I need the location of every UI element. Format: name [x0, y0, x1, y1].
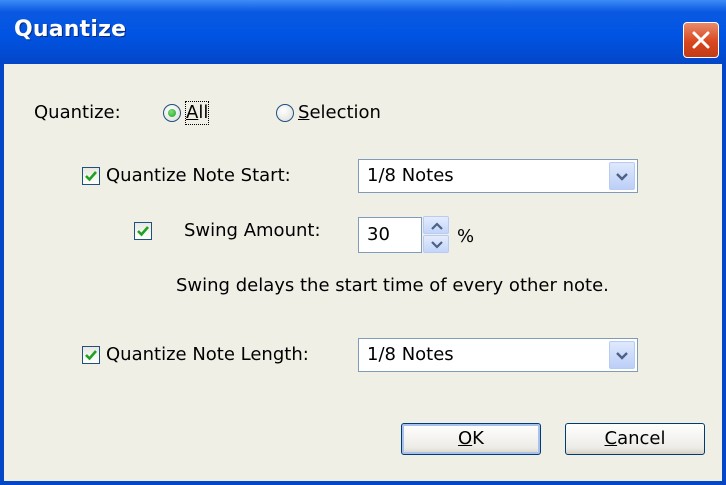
cancel-button[interactable]: Cancel [565, 423, 705, 455]
chevron-down-icon[interactable] [609, 341, 635, 369]
close-button[interactable] [683, 22, 719, 58]
swing-checkbox[interactable] [134, 222, 152, 240]
ok-button[interactable]: OK [401, 423, 541, 455]
note-length-checkbox[interactable] [82, 346, 100, 364]
chevron-down-icon[interactable] [609, 162, 635, 190]
arrow-down-icon[interactable] [423, 235, 449, 253]
checkmark-icon [85, 350, 97, 361]
swing-spinner[interactable] [423, 216, 449, 254]
quantize-dialog: Quantize Quantize: All Selection Quantiz… [0, 0, 726, 485]
note-start-checkbox[interactable] [82, 167, 100, 185]
swing-description: Swing delays the start time of every oth… [176, 275, 609, 296]
note-start-value: 1/8 Notes [367, 165, 454, 186]
quantize-scope-label: Quantize: [34, 102, 121, 123]
note-length-label[interactable]: Quantize Note Length: [106, 344, 309, 366]
radio-selection[interactable] [276, 104, 294, 122]
note-length-dropdown[interactable]: 1/8 Notes [358, 338, 638, 372]
note-start-dropdown[interactable]: 1/8 Notes [358, 159, 638, 193]
checkmark-icon [137, 226, 149, 237]
swing-amount-value: 30 [367, 224, 390, 245]
close-icon [692, 31, 710, 49]
swing-unit: % [457, 226, 475, 247]
note-length-value: 1/8 Notes [367, 344, 454, 365]
swing-label[interactable]: Swing Amount: [184, 220, 321, 242]
checkmark-icon [85, 171, 97, 182]
radio-selection-label[interactable]: Selection [298, 102, 381, 124]
swing-amount-input[interactable]: 30 [358, 217, 422, 253]
radio-all-label[interactable]: All [184, 101, 210, 125]
window-title: Quantize [14, 17, 127, 42]
radio-all[interactable] [163, 104, 181, 122]
title-bar[interactable]: Quantize [0, 0, 726, 64]
note-start-label[interactable]: Quantize Note Start: [106, 165, 291, 187]
arrow-up-icon[interactable] [423, 216, 449, 234]
